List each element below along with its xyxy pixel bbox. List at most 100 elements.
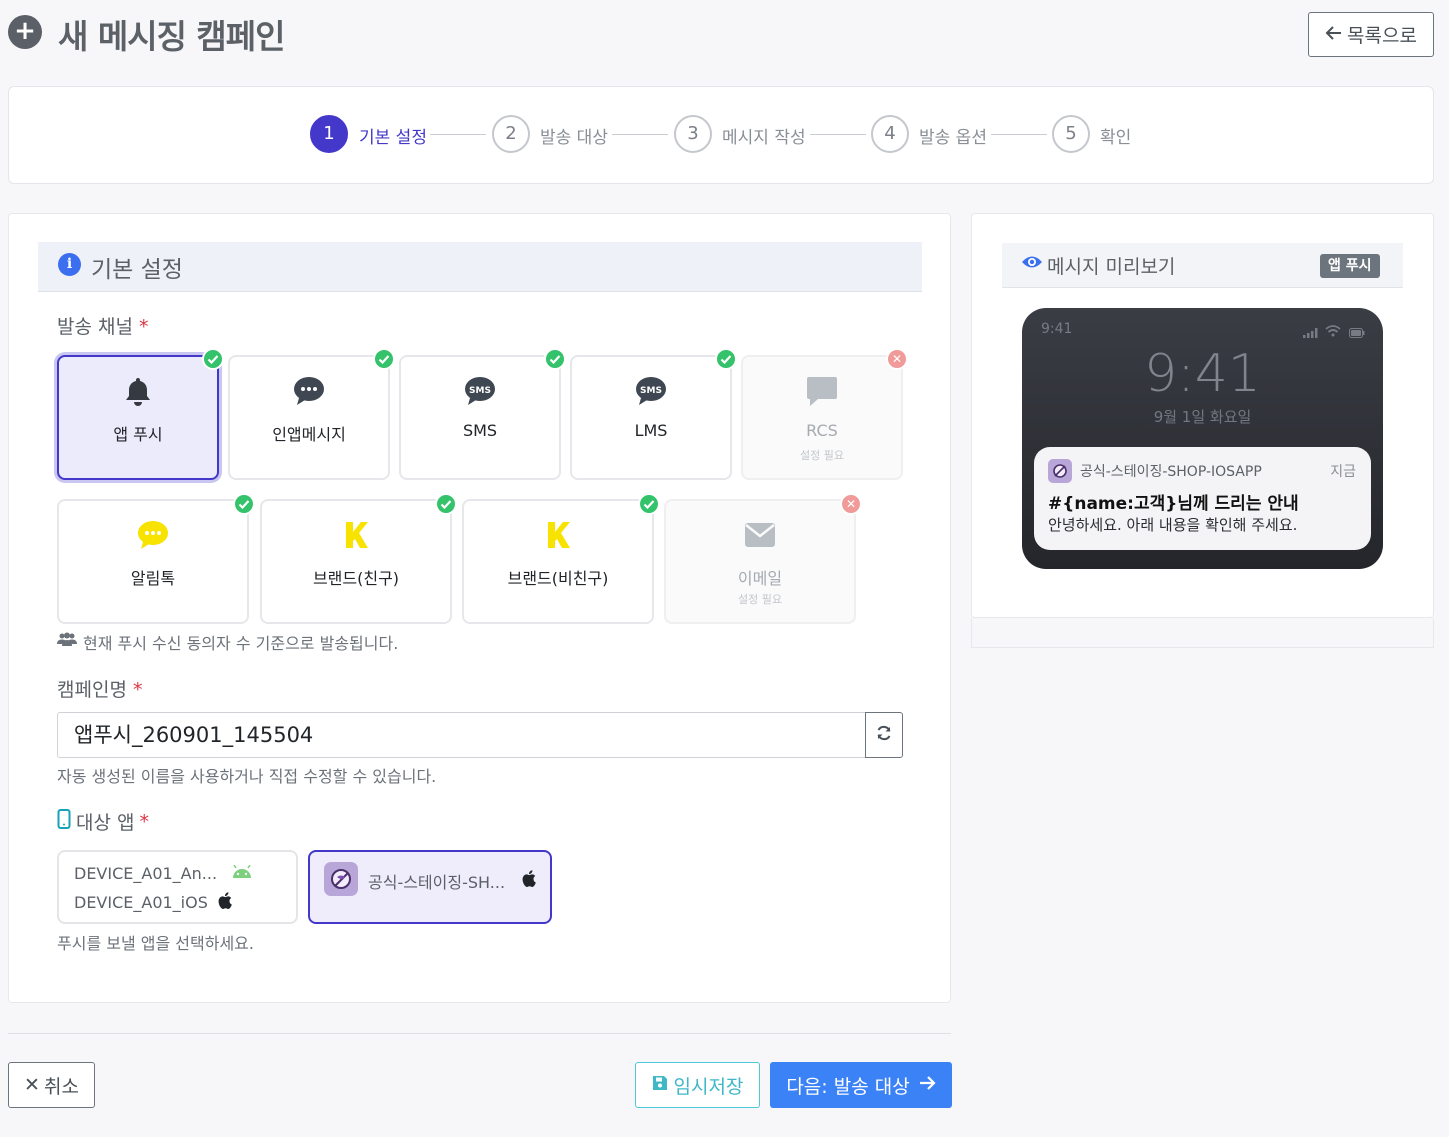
back-to-list-button[interactable]: 목록으로 (1308, 12, 1434, 57)
message-square-icon (743, 373, 901, 409)
channel-sms[interactable]: SMS SMS (399, 355, 561, 480)
x-icon: ✕ (840, 493, 862, 515)
page-title: 새 메시징 캠페인 (58, 17, 285, 56)
campaign-name-label: 캠페인명 * (57, 679, 143, 701)
step-4-label: 발송 옵션 (919, 128, 987, 148)
channel-setup-required: 설정 필요 (738, 593, 782, 606)
step-connector (810, 134, 866, 135)
channel-setup-required: 설정 필요 (800, 449, 844, 462)
preview-channel-badge: 앱 푸시 (1320, 254, 1380, 278)
step-5-label: 확인 (1100, 128, 1132, 148)
notification-title: #{name:고객}님께 드리는 안내 (1048, 494, 1299, 514)
users-icon (57, 632, 77, 652)
channel-inapp-message[interactable]: 인앱메시지 (228, 355, 390, 480)
svg-text:SMS: SMS (469, 386, 491, 396)
lockscreen-clock: 9:41 (1144, 344, 1261, 404)
status-bar-time: 9:41 (1041, 321, 1073, 337)
step-4-circle: 4 (871, 115, 909, 153)
channel-lms[interactable]: SMS LMS (570, 355, 732, 480)
kakao-chat-icon (59, 517, 247, 553)
check-icon (715, 348, 737, 370)
preview-title: 메시지 미리보기 (1047, 256, 1176, 278)
save-draft-button[interactable]: 임시저장 (635, 1062, 760, 1108)
channel-label: SMS (462, 421, 498, 440)
step-2-circle: 2 (492, 115, 530, 153)
info-icon: i (58, 253, 81, 276)
android-icon (231, 864, 253, 883)
x-icon: ✕ (886, 348, 908, 370)
step-3-label: 메시지 작성 (722, 128, 806, 148)
app-logo-icon (1048, 459, 1072, 483)
notification-time: 지금 (1330, 464, 1356, 480)
app-name: 공식-스테이징-SH... (368, 873, 506, 892)
notification-app-name: 공식-스테이징-SHOP-IOSAPP (1080, 464, 1262, 480)
target-app-help: 푸시를 보낼 앱을 선택하세요. (57, 934, 254, 953)
plus-circle-icon: + (8, 15, 42, 49)
signal-icon (1303, 323, 1319, 342)
channel-rcs: RCS 설정 필요 (741, 355, 903, 480)
channel-label: 이메일 (737, 569, 783, 588)
channel-field-label: 발송 채널 * (57, 316, 149, 338)
step-connector (991, 134, 1047, 135)
check-icon (435, 493, 457, 515)
channel-label: 인앱메시지 (272, 425, 346, 444)
channel-help-text: 현재 푸시 수신 동의자 수 기준으로 발송됩니다. (57, 630, 398, 654)
target-app-label: 대상 앱 * (57, 808, 149, 835)
check-icon (638, 493, 660, 515)
channel-brand-nonfriend[interactable]: 브랜드(비친구) (462, 499, 654, 624)
step-1-circle: 1 (310, 115, 348, 153)
envelope-icon (666, 517, 854, 553)
channel-label: 앱 푸시 (113, 425, 163, 444)
channel-label: RCS (806, 421, 838, 440)
app-logo-icon (324, 862, 358, 896)
channel-label: 브랜드(비친구) (507, 569, 609, 588)
apple-icon (218, 892, 232, 913)
apple-icon (522, 870, 536, 891)
section-title: 기본 설정 (91, 257, 183, 283)
step-1-label: 기본 설정 (359, 128, 427, 148)
step-2-label: 발송 대상 (540, 128, 608, 148)
wifi-icon (1325, 322, 1341, 341)
step-connector (430, 134, 486, 135)
battery-icon (1349, 323, 1365, 342)
check-icon (233, 493, 255, 515)
kakao-k-icon (464, 517, 652, 553)
campaign-name-help: 자동 생성된 이름을 사용하거나 직접 수정할 수 있습니다. (57, 767, 437, 786)
channel-label: 브랜드(친구) (312, 569, 400, 588)
channel-alimtalk[interactable]: 알림톡 (57, 499, 249, 624)
step-connector (612, 134, 668, 135)
cancel-button[interactable]: ✕ 취소 (8, 1062, 95, 1108)
kakao-k-icon (262, 517, 450, 553)
preview-card-footer (971, 618, 1434, 648)
eye-icon (1021, 254, 1043, 274)
svg-text:SMS: SMS (640, 386, 662, 396)
channel-brand-friend[interactable]: 브랜드(친구) (260, 499, 452, 624)
arrow-left-icon (1325, 24, 1343, 46)
check-icon (373, 348, 395, 370)
sms-icon: SMS (401, 373, 559, 409)
sms-icon: SMS (572, 373, 730, 409)
app-name: DEVICE_A01_An... (74, 864, 218, 883)
step-5-circle: 5 (1052, 115, 1090, 153)
campaign-name-input[interactable]: 앱푸시_260901_145504 (57, 712, 867, 758)
stepper (8, 86, 1434, 184)
mobile-icon (57, 809, 71, 834)
arrow-right-icon (918, 1074, 936, 1096)
chat-bubble-icon (230, 373, 388, 409)
footer-divider (8, 1033, 951, 1034)
channel-app-push[interactable]: 앱 푸시 (57, 355, 219, 480)
floppy-disk-icon (652, 1074, 668, 1096)
regenerate-name-button[interactable] (865, 712, 903, 758)
app-name: DEVICE_A01_iOS (74, 893, 208, 912)
refresh-icon (876, 725, 892, 745)
next-step-button[interactable]: 다음: 발송 대상 (770, 1062, 952, 1108)
app-option-staging-shop[interactable]: 공식-스테이징-SH... (308, 850, 552, 924)
check-icon (202, 348, 224, 370)
bell-icon (59, 373, 217, 409)
channel-email: 이메일 설정 필요 (664, 499, 856, 624)
notification-body: 안녕하세요. 아래 내용을 확인해 주세요. (1048, 516, 1298, 534)
push-notification-preview: 공식-스테이징-SHOP-IOSAPP 지금 #{name:고객}님께 드리는 … (1034, 447, 1371, 550)
channel-label: LMS (634, 421, 668, 440)
app-option-device-a01[interactable]: DEVICE_A01_An... DEVICE_A01_iOS (57, 850, 298, 924)
step-3-circle: 3 (674, 115, 712, 153)
